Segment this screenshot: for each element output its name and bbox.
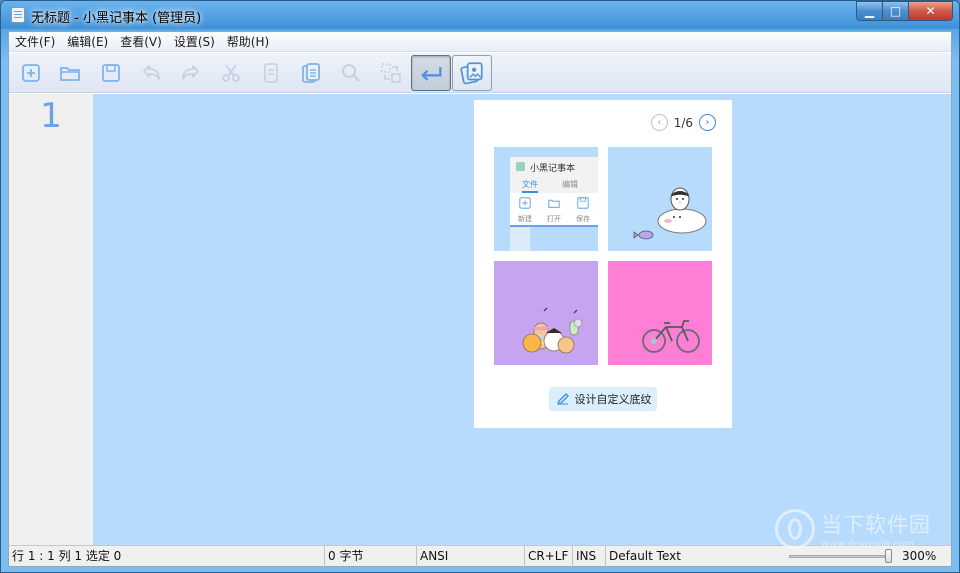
open-button[interactable] [56,59,84,87]
mini-tool-save: 保存 [570,196,596,224]
line-number: 1 [40,96,62,136]
app-window: 无标题 - 小黑记事本 (管理员) ▁ □ ✕ 文件(F) 编辑(E) 查看(V… [0,0,960,573]
cut-icon [222,64,240,82]
text-editor[interactable]: ‹ 1/6 › 小黑记事本 文件 编辑 新建 打开 保存 设计自定义底纹 [93,94,951,545]
design-custom-background-button[interactable]: 设计自定义底纹 [549,387,657,411]
toolbar [9,53,951,93]
menu-settings[interactable]: 设置(S) [168,32,221,52]
mini-tool-save-label: 保存 [576,215,590,223]
status-insert-mode: INS [573,546,606,567]
pencil-icon [556,393,569,405]
paste-icon [302,63,320,83]
mini-open-icon [548,199,560,208]
thumbnail-pager: ‹ 1/6 › [650,114,716,131]
mini-tabs: 文件 编辑 [510,179,598,193]
mini-app-preview: 小黑记事本 文件 编辑 新建 打开 保存 [510,157,598,227]
redo-icon [182,65,199,80]
mini-tool-open: 打开 [541,196,567,224]
status-syntax[interactable]: Default Text [606,546,782,567]
word-wrap-button[interactable] [411,55,451,91]
new-file-icon [22,64,40,82]
mini-tool-new: 新建 [512,196,538,224]
search-icon [342,64,360,82]
search-button[interactable] [337,59,365,87]
penguin-seal-illustration [633,187,707,240]
background-theme-icon [460,62,483,85]
watermark: 当下软件园 www.downxia.com [775,507,931,551]
maximize-icon: □ [889,4,902,18]
mini-tab-edit: 编辑 [562,180,578,189]
save-icon [102,64,120,82]
paste-button[interactable] [297,59,325,87]
menu-help[interactable]: 帮助(H) [221,32,275,52]
background-thumbnail-app-preview[interactable]: 小黑记事本 文件 编辑 新建 打开 保存 [494,147,598,251]
watermark-logo-icon [775,509,815,549]
menu-view[interactable]: 查看(V) [114,32,168,52]
close-button[interactable]: ✕ [909,1,953,21]
design-button-label: 设计自定义底纹 [574,393,652,406]
new-file-button[interactable] [17,59,45,87]
window-title: 无标题 - 小黑记事本 (管理员) [31,11,202,26]
save-button[interactable] [97,59,125,87]
cut-button[interactable] [217,59,245,87]
prev-page-button[interactable]: ‹ [650,114,668,131]
undo-button[interactable] [137,59,165,87]
minimize-button[interactable]: ▁ [856,1,883,21]
mini-toolbar: 新建 打开 保存 [510,193,598,227]
menu-file[interactable]: 文件(F) [9,32,61,52]
mini-tab-file: 文件 [522,179,538,193]
copy-icon [264,63,278,83]
mini-tool-open-label: 打开 [547,215,561,223]
watermark-text: 当下软件园 www.downxia.com [821,509,931,550]
close-icon: ✕ [925,4,936,18]
line-number-gutter: 1 [9,94,93,545]
mini-app-title: 小黑记事本 [530,164,576,174]
chevron-right-icon: › [705,117,710,128]
title-bar[interactable]: 无标题 - 小黑记事本 (管理员) ▁ □ ✕ [1,1,959,29]
client-area: 文件(F) 编辑(E) 查看(V) 设置(S) 帮助(H) 1 ‹ 1/6 › … [8,31,952,567]
menu-bar: 文件(F) 编辑(E) 查看(V) 设置(S) 帮助(H) [9,32,951,52]
status-bytes: 0 字节 [325,546,417,567]
undo-icon [143,65,160,80]
copy-button[interactable] [257,59,285,87]
mini-notepad-icon [516,162,525,171]
bicycle-illustration [642,320,700,353]
status-cursor-position: 行 1 : 1 列 1 选定 0 [9,546,325,567]
mini-tool-new-label: 新建 [518,215,532,223]
page-indicator: 1/6 [673,115,693,130]
mini-save-icon [577,197,589,209]
background-picker-popup: ‹ 1/6 › 小黑记事本 文件 编辑 新建 打开 保存 设计自定义底纹 [474,100,732,428]
menu-edit[interactable]: 编辑(E) [61,32,114,52]
macarons-illustration [522,307,583,354]
notepad-icon [11,7,25,23]
watermark-url: www.downxia.com [821,538,915,550]
zoom-slider-track[interactable] [789,555,889,558]
background-theme-button[interactable] [452,55,492,91]
zoom-slider-thumb[interactable] [885,549,892,563]
minimize-icon: ▁ [864,4,875,18]
redo-button[interactable] [177,59,205,87]
maximize-button[interactable]: □ [883,1,909,21]
next-page-button[interactable]: › [699,114,716,131]
status-line-ending[interactable]: CR+LF [525,546,573,567]
chevron-left-icon: ‹ [657,117,662,128]
replace-icon [381,63,401,83]
background-thumbnail-macarons[interactable] [494,261,598,365]
word-wrap-icon [421,67,442,81]
mini-new-icon [519,197,531,209]
mini-app-shadow [510,227,530,251]
background-thumbnail-penguin-seal[interactable] [608,147,712,251]
background-thumbnail-bicycle[interactable] [608,261,712,365]
status-encoding[interactable]: ANSI [417,546,525,567]
window-controls: ▁ □ ✕ [856,1,953,21]
replace-button[interactable] [377,59,405,87]
open-folder-icon [60,67,80,81]
watermark-name: 当下软件园 [821,512,931,537]
